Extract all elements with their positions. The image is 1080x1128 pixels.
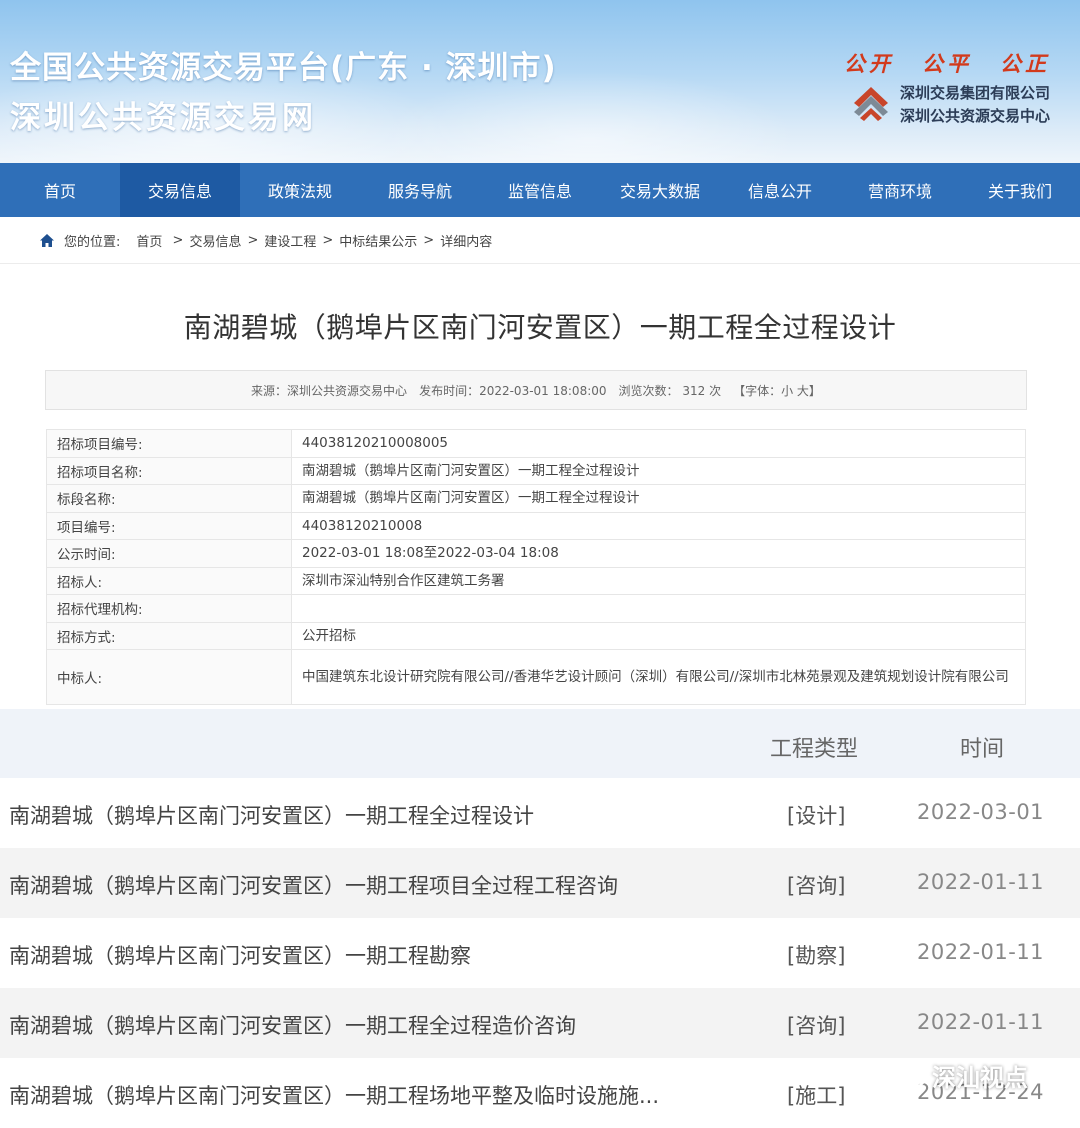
list-item[interactable]: 南湖碧城（鹅埠片区南门河安置区）一期工程勘察 [勘察] 2022-01-11 (0, 918, 1080, 988)
field-key: 招标方式: (46, 621, 292, 650)
table-row: 公示时间: 2022-03-01 18:08至2022-03-04 18:08 (46, 539, 1026, 568)
list-header: 工程类型 时间 (0, 709, 1080, 778)
field-value: 南湖碧城（鹅埠片区南门河安置区）一期工程全过程设计 (291, 456, 1026, 485)
table-row: 招标方式: 公开招标 (46, 621, 1026, 650)
slogan-just: 公正 (1000, 51, 1050, 76)
bid-info-table: 招标项目编号: 44038120210008005 招标项目名称: 南湖碧城（鹅… (46, 429, 1026, 705)
field-value: 深圳市深汕特别合作区建筑工务署 (291, 566, 1026, 595)
project-date: 2022-01-11 (917, 870, 1045, 894)
table-row: 招标代理机构: (46, 594, 1026, 623)
breadcrumb-separator: > (322, 232, 334, 248)
meta-views: 浏览次数： 312 次 (619, 382, 722, 399)
project-type: [咨询] (787, 1014, 846, 1038)
org-name-group: 深圳交易集团有限公司 (899, 84, 1050, 102)
field-key: 中标人: (46, 649, 292, 705)
slogan: 公开 公平 公正 (844, 48, 1050, 78)
table-row: 招标项目名称: 南湖碧城（鹅埠片区南门河安置区）一期工程全过程设计 (46, 456, 1026, 485)
field-value: 中国建筑东北设计研究院有限公司//香港华艺设计顾问（深圳）有限公司//深圳市北林… (291, 649, 1026, 705)
slogan-open: 公开 (844, 51, 894, 76)
breadcrumb-separator: > (247, 232, 259, 248)
nav-supervision[interactable]: 监管信息 (480, 163, 600, 217)
meta-source: 来源：深圳公共资源交易中心 (251, 383, 408, 398)
field-key: 公示时间: (46, 539, 292, 568)
project-type: [设计] (787, 804, 846, 828)
article-title: 南湖碧城（鹅埠片区南门河安置区）一期工程全过程设计 (183, 311, 897, 344)
watermark: 深汕视点 (892, 1058, 1028, 1093)
project-type: [施工] (787, 1084, 846, 1108)
field-key: 招标代理机构: (46, 594, 292, 623)
project-title[interactable]: 南湖碧城（鹅埠片区南门河安置区）一期工程全过程造价咨询 (9, 1010, 576, 1040)
breadcrumb-separator: > (423, 232, 435, 248)
table-row: 招标项目编号: 44038120210008005 (46, 429, 1026, 458)
home-icon (40, 233, 54, 247)
main-nav: 首页 交易信息 政策法规 服务导航 监管信息 交易大数据 信息公开 营商环境 关… (0, 163, 1080, 217)
project-title[interactable]: 南湖碧城（鹅埠片区南门河安置区）一期工程勘察 (9, 940, 471, 970)
breadcrumb-winning-bid[interactable]: 中标结果公示 (339, 231, 417, 250)
project-title[interactable]: 南湖碧城（鹅埠片区南门河安置区）一期工程项目全过程工程咨询 (9, 870, 618, 900)
breadcrumb-separator: > (168, 232, 184, 248)
field-value: 2022-03-01 18:08至2022-03-04 18:08 (291, 539, 1026, 568)
field-value (291, 594, 1026, 623)
field-key: 招标项目名称: (46, 456, 292, 485)
nav-business-env[interactable]: 营商环境 (840, 163, 960, 217)
org-logo-icon (850, 83, 892, 125)
table-row: 中标人: 中国建筑东北设计研究院有限公司//香港华艺设计顾问（深圳）有限公司//… (46, 649, 1026, 705)
project-type: [咨询] (787, 874, 846, 898)
field-key: 标段名称: (46, 484, 292, 513)
field-value: 44038120210008005 (291, 429, 1026, 458)
project-title[interactable]: 南湖碧城（鹅埠片区南门河安置区）一期工程全过程设计 (9, 800, 534, 830)
site-title-network: 深圳公共资源交易网 (10, 100, 316, 136)
nav-policy[interactable]: 政策法规 (240, 163, 360, 217)
breadcrumb-construction[interactable]: 建设工程 (264, 231, 316, 250)
breadcrumb-trade-info[interactable]: 交易信息 (189, 231, 241, 250)
field-value: 公开招标 (291, 621, 1026, 650)
nav-disclosure[interactable]: 信息公开 (720, 163, 840, 217)
org-name-center: 深圳公共资源交易中心 (899, 107, 1050, 125)
meta-views-label: 浏览次数： (618, 383, 679, 398)
field-value: 44038120210008 (291, 511, 1026, 540)
field-key: 项目编号: (46, 511, 292, 540)
site-header: 全国公共资源交易平台(广东 · 深圳市) 深圳公共资源交易网 公开 公平 公正 … (0, 0, 1080, 163)
breadcrumb-home[interactable]: 首页 (136, 231, 162, 250)
field-key: 招标人: (46, 566, 292, 595)
wechat-icon (892, 1063, 926, 1088)
nav-about[interactable]: 关于我们 (960, 163, 1080, 217)
column-header-time: 时间 (960, 737, 1005, 762)
project-date: 2022-01-11 (917, 940, 1045, 964)
article-meta: 来源：深圳公共资源交易中心 发布时间：2022-03-01 18:08:00 浏… (45, 370, 1027, 410)
slogan-fair: 公平 (922, 51, 972, 76)
meta-views-unit: 次 (709, 383, 722, 398)
nav-home[interactable]: 首页 (0, 163, 120, 217)
nav-service-guide[interactable]: 服务导航 (360, 163, 480, 217)
breadcrumb-label: 您的位置: (64, 234, 121, 250)
meta-published: 发布时间：2022-03-01 18:08:00 (419, 383, 607, 398)
breadcrumb-detail: 详细内容 (440, 234, 493, 250)
nav-big-data[interactable]: 交易大数据 (600, 163, 720, 217)
table-row: 招标人: 深圳市深汕特别合作区建筑工务署 (46, 566, 1026, 595)
font-size-toggle[interactable]: 【字体：小 大】 (733, 382, 821, 399)
table-row: 标段名称: 南湖碧城（鹅埠片区南门河安置区）一期工程全过程设计 (46, 484, 1026, 513)
field-key: 招标项目编号: (46, 429, 292, 458)
watermark-text: 深汕视点 (932, 1064, 1028, 1092)
list-item[interactable]: 南湖碧城（鹅埠片区南门河安置区）一期工程全过程造价咨询 [咨询] 2022-01… (0, 988, 1080, 1058)
table-row: 项目编号: 44038120210008 (46, 511, 1026, 540)
nav-trade-info[interactable]: 交易信息 (120, 163, 240, 217)
meta-views-count: 312 (682, 383, 706, 398)
column-header-type: 工程类型 (770, 737, 859, 762)
org-block: 深圳交易集团有限公司 深圳公共资源交易中心 (850, 82, 1050, 126)
field-value: 南湖碧城（鹅埠片区南门河安置区）一期工程全过程设计 (291, 484, 1026, 513)
project-type: [勘察] (787, 944, 846, 968)
breadcrumb: 您的位置: 首页 > 交易信息 > 建设工程 > 中标结果公示 > 详细内容 (0, 217, 1080, 264)
list-item[interactable]: 南湖碧城（鹅埠片区南门河安置区）一期工程全过程设计 [设计] 2022-03-0… (0, 778, 1080, 848)
project-date: 2022-01-11 (917, 1010, 1045, 1034)
list-item[interactable]: 南湖碧城（鹅埠片区南门河安置区）一期工程项目全过程工程咨询 [咨询] 2022-… (0, 848, 1080, 918)
site-title-platform: 全国公共资源交易平台(广东 · 深圳市) (10, 50, 557, 86)
project-date: 2022-03-01 (917, 800, 1045, 824)
project-title[interactable]: 南湖碧城（鹅埠片区南门河安置区）一期工程场地平整及临时设施施... (9, 1080, 659, 1110)
